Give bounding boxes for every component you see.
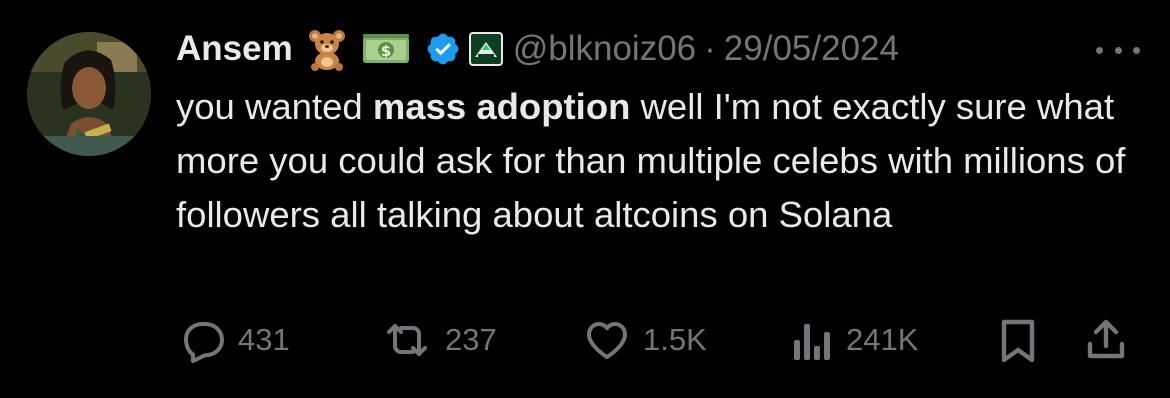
views-count: 241K [846, 322, 919, 357]
author-handle[interactable]: @blknoiz06 [513, 29, 696, 69]
more-icon[interactable] [1096, 30, 1140, 70]
reply-count: 431 [238, 322, 290, 357]
svg-text:$: $ [381, 42, 391, 60]
like-button[interactable]: 1.5K [583, 312, 707, 368]
author-name[interactable]: Ansem [176, 29, 293, 69]
repost-icon [381, 316, 433, 364]
repost-button[interactable]: 237 [381, 312, 497, 368]
reply-icon [178, 316, 226, 364]
views-icon [790, 316, 834, 364]
reply-button[interactable]: 431 [178, 312, 290, 368]
affiliate-badge-icon[interactable] [468, 32, 503, 66]
tweet-date[interactable]: 29/05/2024 [724, 29, 899, 69]
teddy-bear-emoji [305, 27, 349, 71]
tweet-header: Ansem $ @blknoiz06 · 29/05/2024 [176, 22, 1140, 76]
tweet-content: Ansem $ @blknoiz06 · 29/05/2024 you want… [176, 22, 1140, 242]
share-icon [1082, 316, 1130, 364]
bookmark-button[interactable] [996, 312, 1040, 368]
like-icon [583, 316, 631, 364]
action-bar: 431 237 1.5K 241K [178, 312, 1140, 368]
verified-badge-icon[interactable] [425, 31, 461, 67]
tweet-text-bold: mass adoption [372, 86, 631, 127]
like-count: 1.5K [643, 322, 707, 357]
share-button[interactable] [1082, 312, 1130, 368]
dollar-banknote-emoji: $ [361, 31, 411, 67]
separator-dot: · [704, 29, 716, 68]
avatar-illustration [27, 32, 151, 156]
avatar[interactable] [27, 32, 151, 156]
tweet-text-part-1: you wanted [176, 86, 373, 127]
views-button[interactable]: 241K [790, 312, 918, 368]
repost-count: 237 [445, 322, 497, 357]
bookmark-icon [996, 316, 1040, 364]
tweet-text: you wanted mass adoption well I'm not ex… [176, 80, 1136, 242]
